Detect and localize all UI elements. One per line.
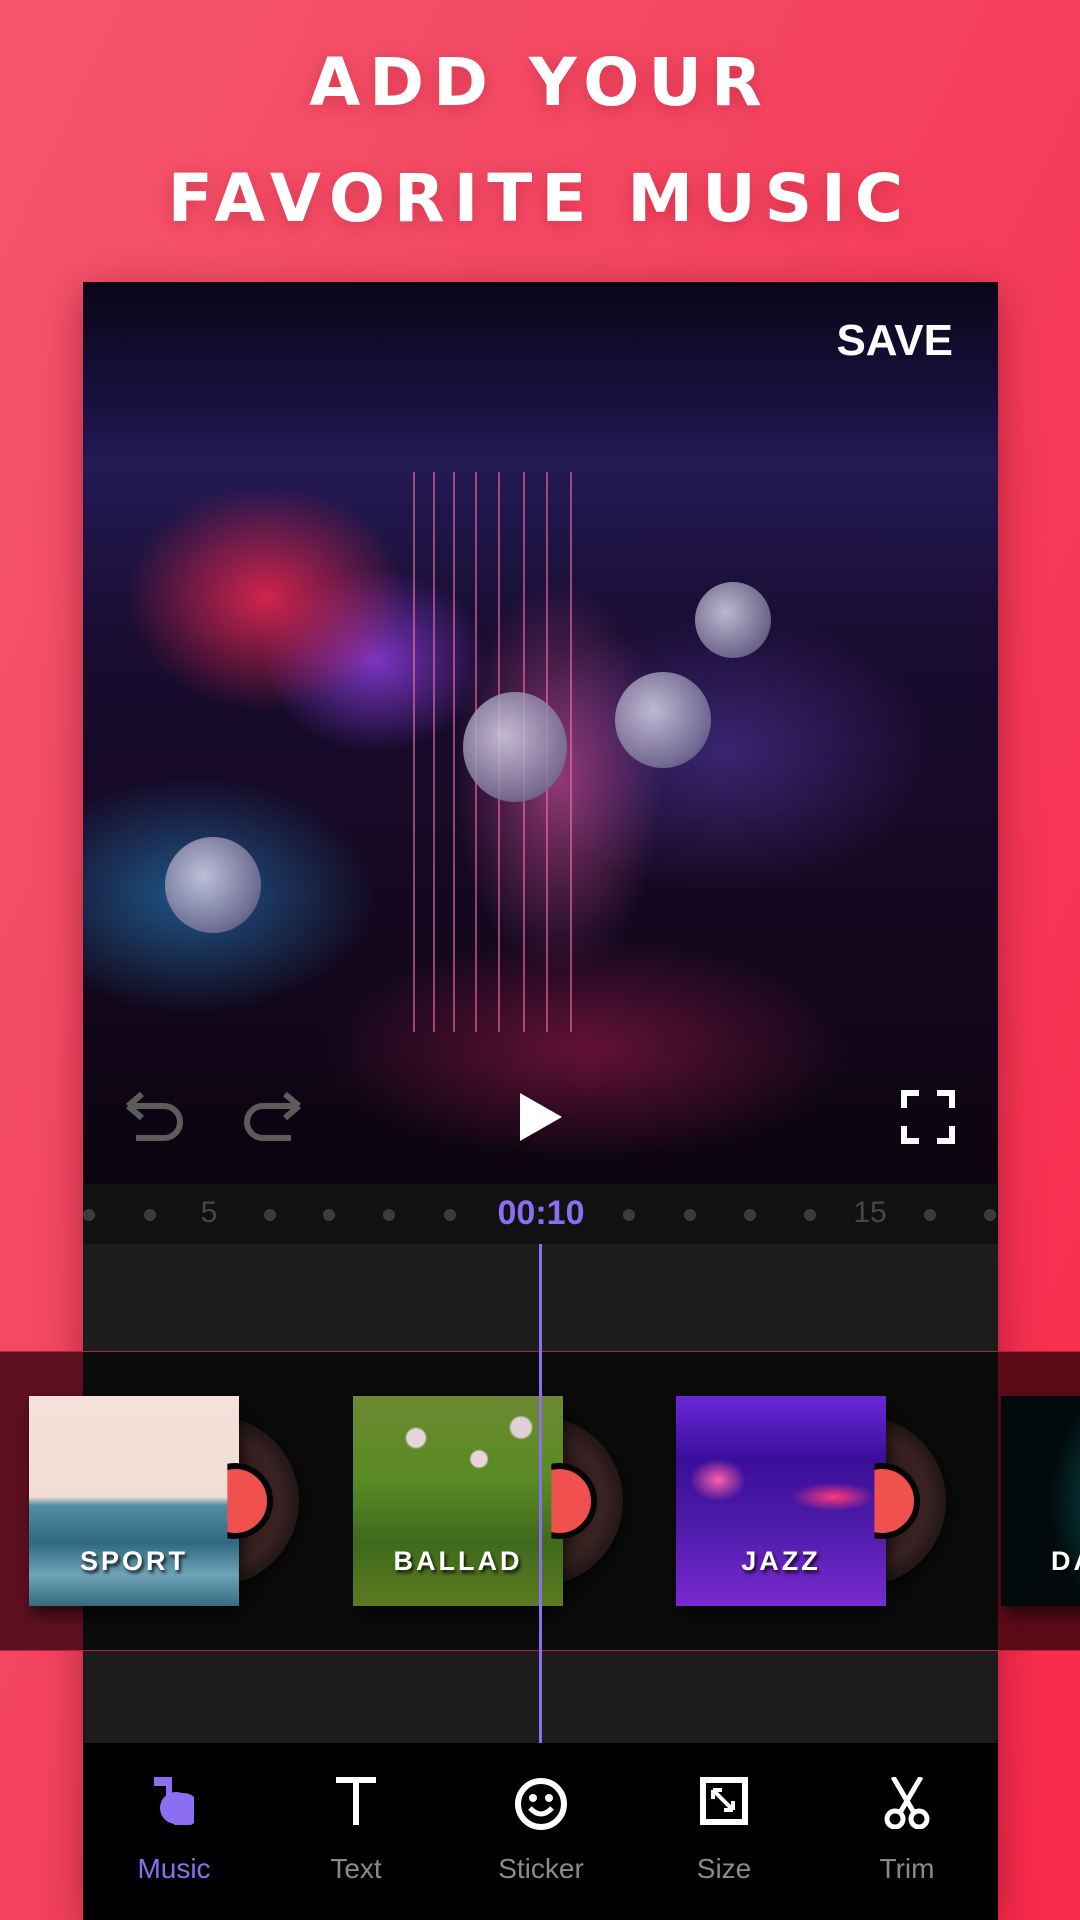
tab-trim[interactable]: Trim xyxy=(827,1743,987,1920)
tab-trim-label: Trim xyxy=(879,1853,935,1884)
genre-cover: BALLAD xyxy=(353,1396,563,1606)
genre-cover: SPORT xyxy=(29,1396,239,1606)
light-beam xyxy=(413,472,415,1032)
tab-size-label: Size xyxy=(696,1853,752,1884)
tick-dot xyxy=(984,1209,996,1221)
genre-card-ballad[interactable]: BALLAD xyxy=(353,1396,623,1606)
tick-dot xyxy=(804,1209,816,1221)
video-preview[interactable]: SAVE xyxy=(83,282,998,1184)
lantern xyxy=(165,837,261,933)
light-beam xyxy=(570,472,572,1032)
resize-icon xyxy=(700,1777,748,1825)
headline-line-2: FAVORITE MUSIC xyxy=(167,160,913,237)
save-button[interactable]: SAVE xyxy=(836,316,953,366)
tick-dot xyxy=(264,1209,276,1221)
tab-text-label: Text xyxy=(330,1853,382,1884)
text-icon xyxy=(336,1777,376,1825)
fullscreen-icon[interactable] xyxy=(901,1090,955,1144)
tick-dot xyxy=(744,1209,756,1221)
tab-music-label: Music xyxy=(137,1853,211,1884)
genre-cover: DA xyxy=(1001,1396,1080,1606)
genre-card-jazz[interactable]: JAZZ xyxy=(676,1396,946,1606)
smiley-icon xyxy=(515,1778,567,1830)
scissors-icon xyxy=(884,1777,930,1829)
tab-sticker-label: Sticker xyxy=(498,1853,584,1884)
bottom-toolbar: Music Text Sticker Size Trim xyxy=(83,1743,998,1920)
tick-dot xyxy=(144,1209,156,1221)
tick-dot xyxy=(444,1209,456,1221)
tab-size[interactable]: Size xyxy=(644,1743,804,1920)
light-beam xyxy=(453,472,455,1032)
lantern xyxy=(695,582,771,658)
lantern xyxy=(463,692,567,802)
genre-title: SPORT xyxy=(79,1546,188,1576)
tick-dot xyxy=(383,1209,395,1221)
genre-title: DA xyxy=(1051,1546,1080,1576)
undo-icon[interactable] xyxy=(124,1092,184,1144)
tab-sticker[interactable]: Sticker xyxy=(461,1743,621,1920)
light-beam xyxy=(433,472,435,1032)
music-note-icon xyxy=(154,1777,194,1825)
tick-dot xyxy=(684,1209,696,1221)
lantern xyxy=(615,672,711,768)
tick-dot xyxy=(83,1209,95,1221)
tick-dot xyxy=(623,1209,635,1221)
genre-cover: JAZZ xyxy=(676,1396,886,1606)
genre-card-sport[interactable]: SPORT xyxy=(29,1396,299,1606)
redo-icon[interactable] xyxy=(243,1092,303,1144)
current-time: 00:10 xyxy=(497,1194,585,1232)
headline-line-1: ADD YOUR xyxy=(309,44,771,121)
tick-dot xyxy=(924,1209,936,1221)
genre-title: JAZZ xyxy=(741,1546,821,1576)
genre-title: BALLAD xyxy=(393,1546,523,1576)
tick-label-15: 15 xyxy=(853,1196,887,1229)
tab-music[interactable]: Music xyxy=(94,1743,254,1920)
tick-label-5: 5 xyxy=(200,1196,218,1229)
play-icon[interactable] xyxy=(520,1093,562,1141)
playhead-overlay xyxy=(539,1351,542,1651)
genre-card-dance[interactable]: DA xyxy=(1001,1396,1080,1606)
tab-text[interactable]: Text xyxy=(276,1743,436,1920)
tick-dot xyxy=(323,1209,335,1221)
timeline-ruler[interactable]: 5 00:10 15 xyxy=(83,1184,998,1244)
